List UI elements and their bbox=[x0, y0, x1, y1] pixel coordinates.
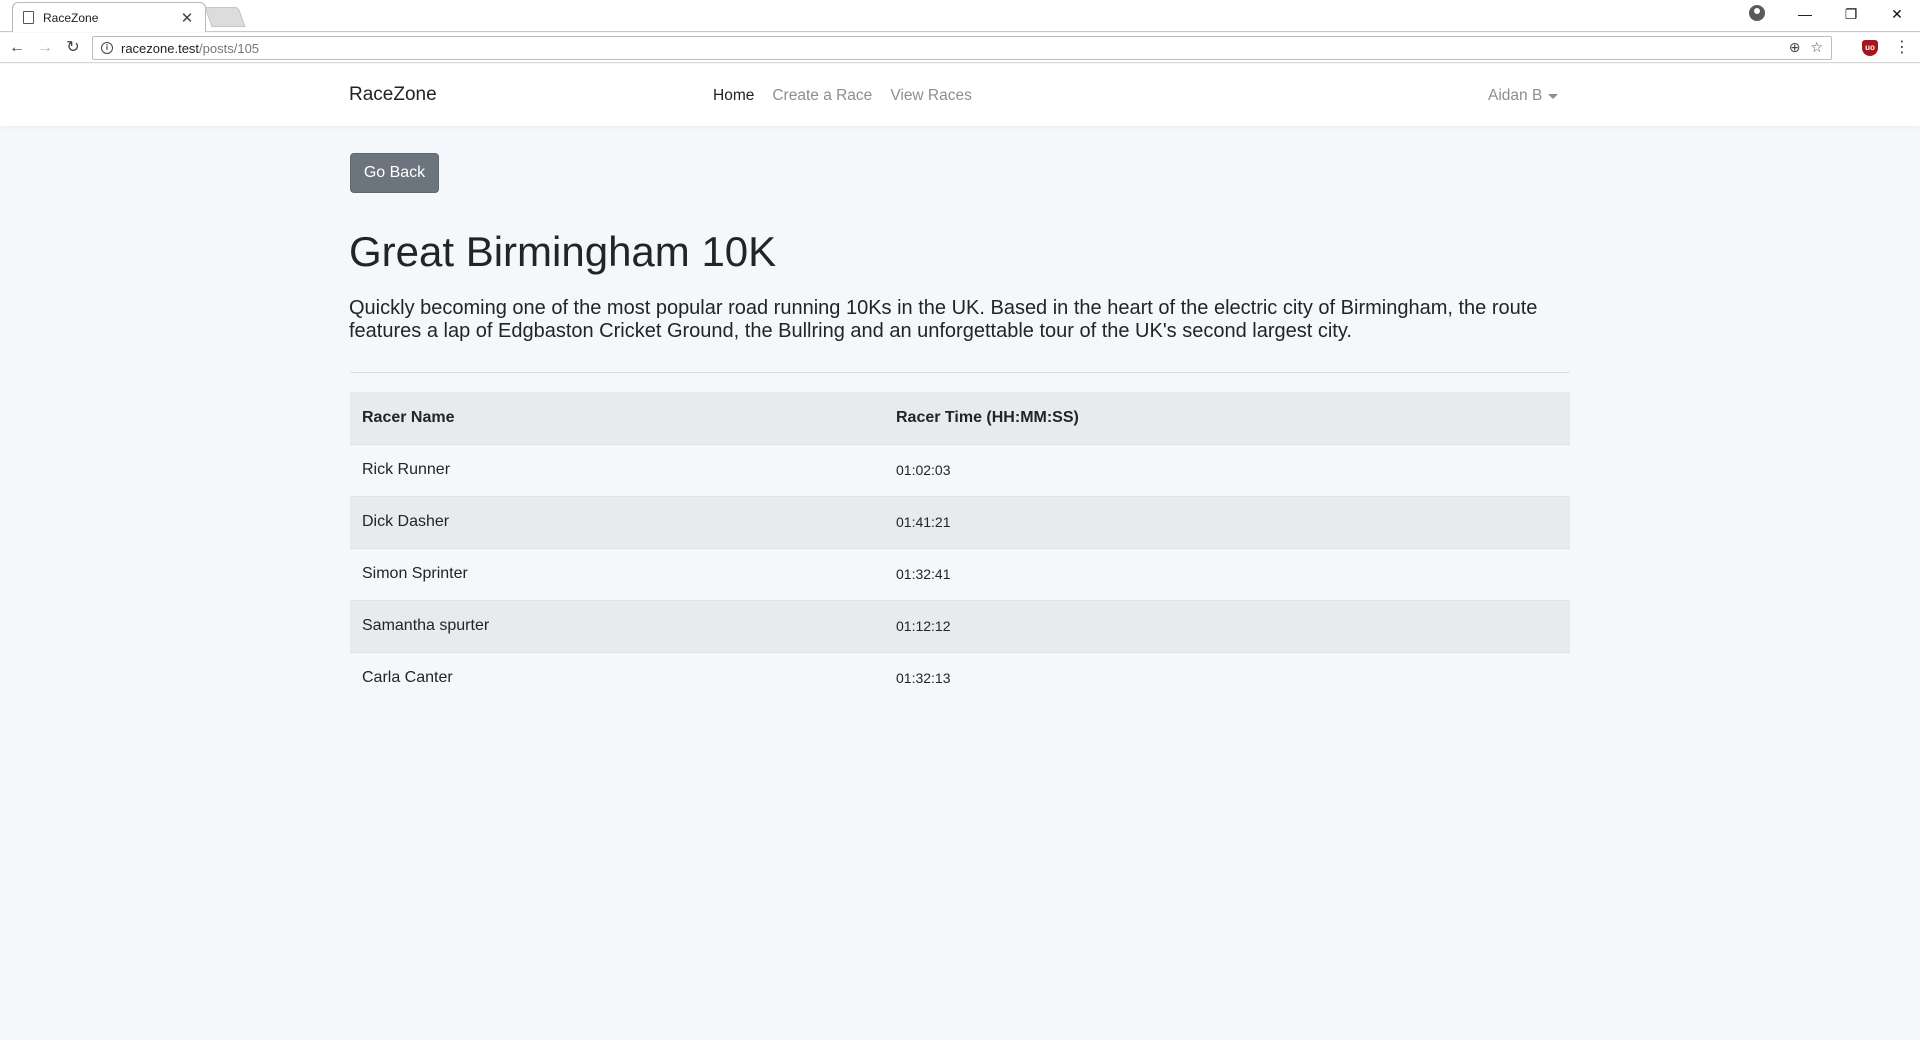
racer-name: Carla Canter bbox=[350, 651, 884, 704]
browser-toolbar: ← → ↻ i racezone.test/posts/105 ⊕ ☆ uo ⋮ bbox=[0, 33, 1920, 63]
zoom-icon[interactable]: ⊕ bbox=[1789, 39, 1801, 56]
close-tab-icon[interactable]: ✕ bbox=[179, 9, 195, 27]
back-arrow-icon[interactable]: ← bbox=[6, 37, 28, 59]
url-host: racezone.test bbox=[121, 40, 200, 56]
caret-down-icon bbox=[1548, 93, 1559, 99]
url-path: /posts/105 bbox=[199, 40, 260, 56]
nav-home[interactable]: Home bbox=[713, 87, 754, 105]
table-header-row: Racer Name Racer Time (HH:MM:SS) bbox=[350, 392, 1570, 444]
bookmark-star-icon[interactable]: ☆ bbox=[1810, 39, 1823, 56]
racer-name: Dick Dasher bbox=[350, 495, 884, 548]
nav-create-race[interactable]: Create a Race bbox=[772, 87, 872, 105]
info-icon[interactable]: i bbox=[101, 42, 113, 54]
racer-name: Simon Sprinter bbox=[350, 547, 884, 600]
racer-time: 01:32:13 bbox=[884, 651, 1570, 704]
table-row: Samantha spurter 01:12:12 bbox=[350, 599, 1570, 652]
minimize-icon[interactable]: — bbox=[1782, 6, 1828, 22]
tab-title: RaceZone bbox=[43, 10, 99, 25]
app-navbar: RaceZone Home Create a Race View Races A… bbox=[0, 64, 1920, 126]
racer-time: 01:32:41 bbox=[884, 547, 1570, 600]
table-row: Dick Dasher 01:41:21 bbox=[350, 495, 1570, 548]
header-racer-time: Racer Time (HH:MM:SS) bbox=[884, 392, 1570, 444]
address-bar[interactable]: i racezone.test/posts/105 ⊕ ☆ bbox=[92, 36, 1832, 60]
user-name: Aidan B bbox=[1488, 87, 1543, 104]
table-row: Carla Canter 01:32:13 bbox=[350, 651, 1570, 704]
go-back-button[interactable]: Go Back bbox=[350, 153, 439, 193]
page-icon bbox=[23, 11, 34, 24]
profile-icon[interactable] bbox=[1749, 5, 1765, 21]
browser-tabstrip: RaceZone ✕ — ❐ ✕ bbox=[0, 0, 1920, 32]
header-racer-name: Racer Name bbox=[350, 392, 884, 444]
restore-icon[interactable]: ❐ bbox=[1828, 6, 1874, 23]
window-controls: — ❐ ✕ bbox=[1782, 0, 1920, 28]
nav-links: Home Create a Race View Races bbox=[713, 87, 972, 105]
browser-menu-icon[interactable]: ⋮ bbox=[1894, 37, 1910, 57]
racer-time: 01:41:21 bbox=[884, 495, 1570, 548]
table-row: Simon Sprinter 01:32:41 bbox=[350, 547, 1570, 600]
nav-view-races[interactable]: View Races bbox=[890, 87, 972, 105]
racer-time: 01:02:03 bbox=[884, 443, 1570, 496]
browser-tab[interactable]: RaceZone ✕ bbox=[12, 2, 206, 32]
user-dropdown[interactable]: Aidan B bbox=[1488, 87, 1559, 105]
race-description: Quickly becoming one of the most popular… bbox=[349, 297, 1538, 342]
racer-name: Samantha spurter bbox=[350, 599, 884, 652]
results-table: Racer Name Racer Time (HH:MM:SS) Rick Ru… bbox=[350, 392, 1570, 704]
forward-arrow-icon[interactable]: → bbox=[34, 37, 56, 59]
brand-logo[interactable]: RaceZone bbox=[349, 84, 437, 106]
page-title: Great Birmingham 10K bbox=[349, 228, 777, 275]
table-row: Rick Runner 01:02:03 bbox=[350, 443, 1570, 496]
racer-name: Rick Runner bbox=[350, 443, 884, 496]
ublock-extension-icon[interactable]: uo bbox=[1862, 40, 1878, 56]
close-window-icon[interactable]: ✕ bbox=[1874, 6, 1920, 23]
divider bbox=[350, 372, 1570, 373]
reload-icon[interactable]: ↻ bbox=[62, 37, 84, 59]
racer-time: 01:12:12 bbox=[884, 599, 1570, 652]
new-tab-button[interactable] bbox=[204, 7, 246, 27]
